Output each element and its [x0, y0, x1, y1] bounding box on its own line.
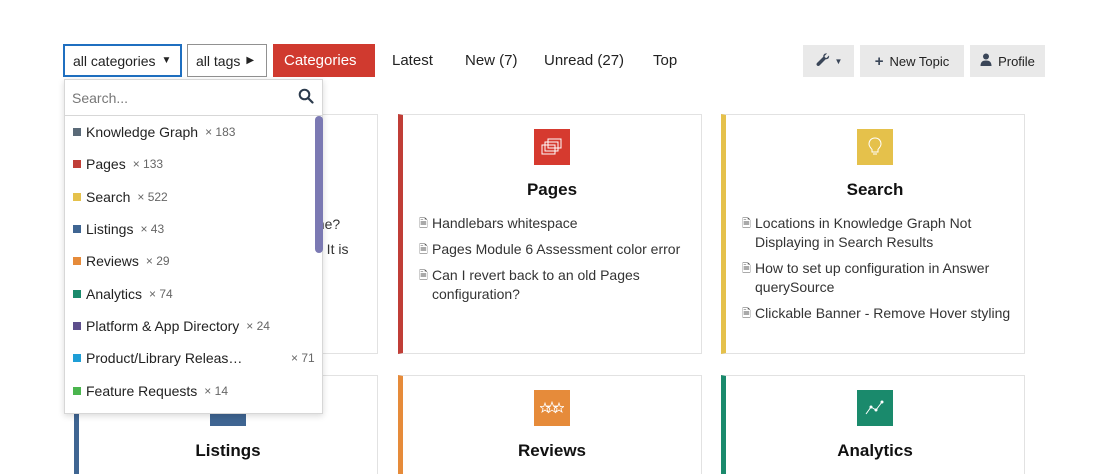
category-option[interactable]: Listings × 43	[65, 213, 322, 245]
new-topic-label: New Topic	[889, 53, 950, 69]
color-swatch	[73, 257, 81, 266]
category-option[interactable]: Product/Library Releases & ...× 71	[65, 342, 322, 374]
user-icon	[980, 53, 992, 70]
color-swatch	[73, 192, 81, 201]
lightbulb-icon	[857, 129, 893, 165]
top-navigation: all categories ▼ all tags ▶ Categories L…	[63, 44, 1053, 77]
caret-down-icon: ▼	[834, 56, 843, 66]
category-search	[65, 80, 322, 116]
tab-new[interactable]: New (7)	[465, 44, 518, 77]
category-option[interactable]: Reviews × 29	[65, 245, 322, 277]
category-dropdown-menu: Knowledge Graph× 183 Pages× 133 Search× …	[64, 79, 323, 414]
admin-tools-button[interactable]: ▼	[803, 45, 854, 77]
topic-list: 🗎 Handlebars whitespace 🗎 Pages Module 6 A…	[419, 214, 689, 311]
category-option[interactable]: Knowledge Graph × 183	[65, 116, 322, 148]
wrench-icon	[815, 52, 831, 71]
new-topic-button[interactable]: + New Topic	[860, 45, 964, 77]
topic-link[interactable]: 🗎 Can I revert back to an old Pages confi…	[419, 266, 689, 304]
category-dropdown-label: all categories	[73, 52, 156, 69]
category-search-input[interactable]	[72, 88, 292, 108]
caret-right-icon: ▶	[246, 55, 255, 66]
document-icon: 🗎	[742, 263, 751, 275]
category-card-pages[interactable]: Pages 🗎 Handlebars whitespace 🗎 Pages Modu…	[398, 114, 702, 354]
topic-link[interactable]: 🗎 Locations in Knowledge Graph Not Displa…	[742, 214, 1012, 252]
card-title[interactable]: Reviews	[403, 441, 701, 461]
document-icon: 🗎	[419, 244, 428, 256]
stars-icon	[534, 390, 570, 426]
document-icon: 🗎	[419, 270, 428, 282]
topic-link[interactable]: 🗎 Clickable Banner - Remove Hover styling	[742, 304, 1012, 323]
color-swatch	[73, 354, 81, 363]
topic-link[interactable]: 🗎 Pages Module 6 Assessment color error	[419, 240, 689, 259]
topic-link[interactable]: 🗎 How to set up configuration in Answer q…	[742, 259, 1012, 297]
category-dropdown[interactable]: all categories ▼	[63, 44, 182, 77]
pages-category-icon	[534, 129, 570, 165]
category-list: Knowledge Graph × 183 Pages × 133 Search × …	[65, 116, 322, 407]
color-swatch	[73, 225, 81, 234]
topic-list: 🗎 Locations in Knowledge Graph Not Displa…	[742, 214, 1012, 330]
card-title[interactable]: Pages	[403, 180, 701, 200]
category-card-search[interactable]: Search 🗎 Locations in Knowledge Graph Not…	[721, 114, 1025, 354]
color-swatch	[73, 128, 81, 137]
category-card-reviews[interactable]: Reviews	[398, 375, 702, 474]
caret-down-icon: ▼	[161, 55, 172, 66]
category-card-analytics[interactable]: Analytics	[721, 375, 1025, 474]
profile-button[interactable]: Profile	[970, 45, 1045, 77]
card-title[interactable]: Search	[726, 180, 1024, 200]
card-title[interactable]: Analytics	[726, 441, 1024, 461]
tab-top[interactable]: Top	[653, 44, 677, 77]
scrollbar-thumb[interactable]	[315, 116, 323, 253]
category-option[interactable]: Feature Requests × 14	[65, 374, 322, 406]
tags-dropdown-label: all tags	[196, 52, 241, 69]
category-option[interactable]: Pages × 133	[65, 148, 322, 180]
document-icon: 🗎	[419, 218, 428, 230]
document-icon: 🗎	[742, 218, 751, 230]
document-icon: 🗎	[742, 308, 751, 320]
tab-categories[interactable]: Categories	[273, 44, 375, 77]
category-option[interactable]: Analytics × 74	[65, 277, 322, 309]
tags-dropdown[interactable]: all tags ▶	[187, 44, 267, 77]
analytics-chart-icon	[857, 390, 893, 426]
topic-link[interactable]: 🗎 Handlebars whitespace	[419, 214, 689, 233]
category-option[interactable]: Search × 522	[65, 181, 322, 213]
profile-label: Profile	[998, 53, 1035, 69]
tab-latest[interactable]: Latest	[392, 44, 433, 77]
tab-unread[interactable]: Unread (27)	[544, 44, 624, 77]
color-swatch	[73, 321, 81, 330]
search-icon[interactable]	[298, 88, 314, 104]
plus-icon: +	[874, 52, 884, 70]
card-title[interactable]: Listings	[79, 441, 377, 461]
category-option[interactable]: Platform & App Directory × 24	[65, 310, 322, 342]
color-swatch	[73, 386, 81, 395]
color-swatch	[73, 289, 81, 298]
color-swatch	[73, 160, 81, 169]
